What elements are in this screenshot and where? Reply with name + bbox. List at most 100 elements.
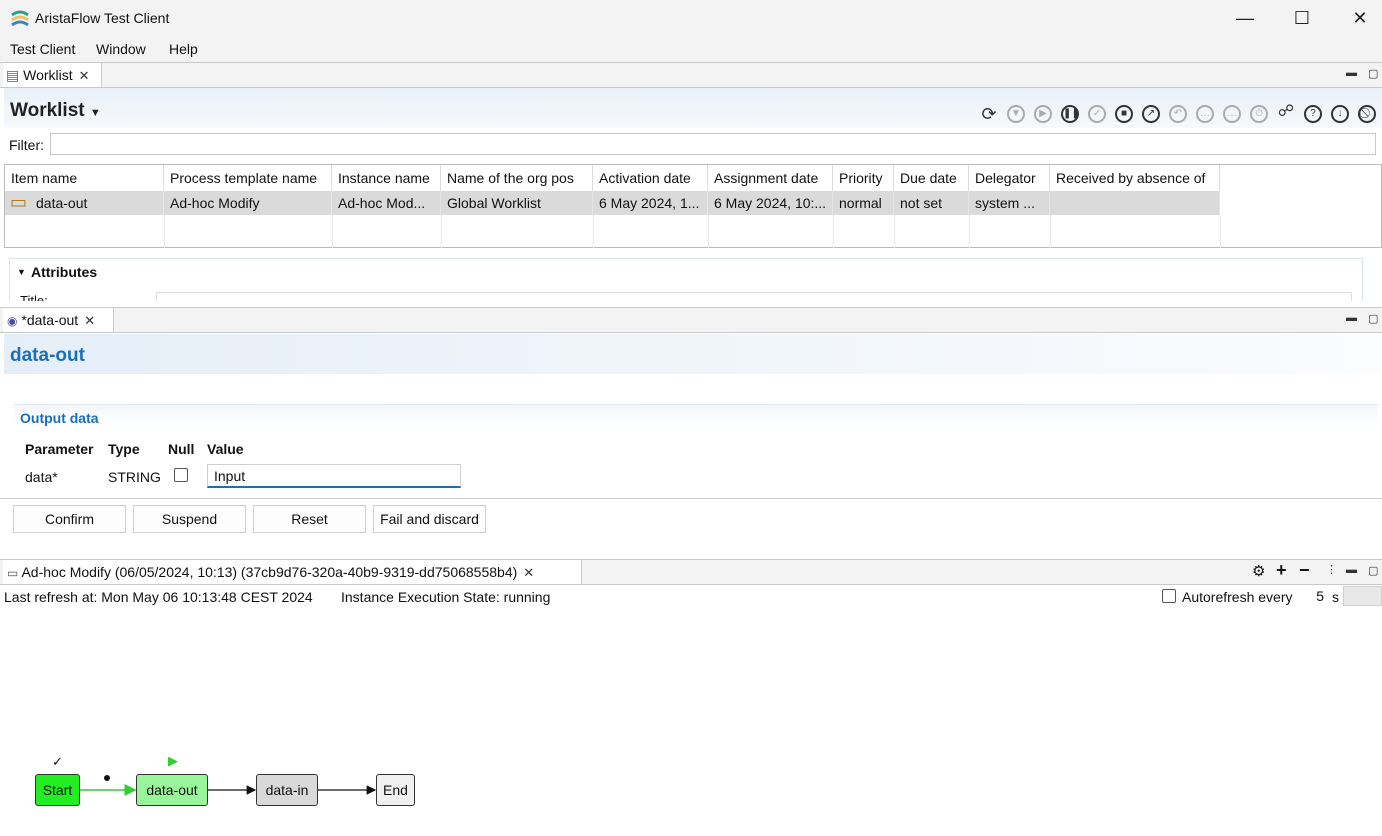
minimize-view-icon[interactable]: ▬: [1346, 564, 1357, 576]
column-header[interactable]: Process template name: [164, 165, 332, 191]
maximize-view-icon[interactable]: ▢: [1368, 312, 1378, 325]
menu-window[interactable]: Window: [96, 41, 146, 57]
node-start[interactable]: Start: [35, 774, 80, 806]
worklist-title[interactable]: Worklist ▼: [10, 100, 101, 122]
column-header[interactable]: Item name: [5, 165, 164, 191]
column-header[interactable]: Received by absence of: [1050, 165, 1220, 191]
cell-delegator: system ...: [969, 191, 1050, 215]
form-header: data-out: [4, 334, 1382, 374]
reset-button[interactable]: Reset: [253, 505, 366, 533]
attributes-section: ▼ Attributes Title:: [9, 258, 1363, 301]
filter-label: Filter:: [9, 137, 44, 153]
autorefresh-slider[interactable]: [1343, 586, 1382, 606]
null-checkbox[interactable]: [174, 468, 188, 482]
view-menu-icon[interactable]: ⋮: [1326, 563, 1337, 576]
maximize-view-icon[interactable]: ▢: [1368, 564, 1378, 577]
pause-icon[interactable]: ❚❚: [1061, 105, 1080, 123]
download-circle-icon[interactable]: ▼: [1007, 105, 1025, 123]
refresh-icon[interactable]: ⟳: [980, 105, 998, 123]
suspend-button[interactable]: Suspend: [133, 505, 246, 533]
form-tab-row: ◉ *data-out ✕ ▬ ▢: [0, 307, 1382, 333]
param-name: data*: [25, 469, 58, 485]
column-header[interactable]: Priority: [833, 165, 894, 191]
param-type: STRING: [108, 469, 161, 485]
divider: [1050, 215, 1051, 248]
cell-process-template: Ad-hoc Modify: [164, 191, 332, 215]
menu-test-client[interactable]: Test Client: [10, 41, 75, 57]
graph-tab-row: ▭ Ad-hoc Modify (06/05/2024, 10:13) (37c…: [0, 559, 1382, 585]
start-icon[interactable]: ▶: [1034, 105, 1052, 123]
node-data-in[interactable]: data-in: [256, 774, 318, 806]
title-field[interactable]: [156, 292, 1352, 301]
zoom-out-icon[interactable]: −: [1299, 560, 1310, 581]
maximize-view-icon[interactable]: ▢: [1368, 67, 1378, 80]
activity-icon: ◉: [7, 314, 18, 328]
column-header[interactable]: Assignment date: [708, 165, 833, 191]
close-icon[interactable]: ✕: [523, 565, 534, 580]
tab-instance-graph-label: Ad-hoc Modify (06/05/2024, 10:13) (37cb9…: [21, 564, 518, 580]
minimize-button[interactable]: —: [1216, 0, 1274, 36]
graph-icon[interactable]: ☍: [1277, 104, 1295, 123]
autorefresh-checkbox[interactable]: [1162, 589, 1176, 603]
forward-icon[interactable]: ↗: [1142, 105, 1160, 123]
autorefresh-seconds-input[interactable]: 5: [1306, 586, 1328, 606]
tab-data-out[interactable]: ◉ *data-out ✕: [3, 308, 114, 332]
column-header: Value: [207, 441, 244, 457]
node-data-out[interactable]: data-out: [136, 774, 208, 806]
worklist-tab-row: ▤ Worklist ✕ ▬ ▢: [0, 62, 1382, 88]
tab-instance-graph[interactable]: ▭ Ad-hoc Modify (06/05/2024, 10:13) (37c…: [3, 560, 582, 584]
cell-priority: normal: [833, 191, 894, 215]
collapse-icon[interactable]: ▼: [17, 267, 26, 277]
cell-org-pos: Global Worklist: [441, 191, 593, 215]
node-end[interactable]: End: [376, 774, 415, 806]
divider: [593, 215, 594, 248]
check-icon[interactable]: ✓: [1088, 105, 1106, 123]
worklist-icon: ▤: [6, 67, 20, 83]
timer-icon[interactable]: ⏱: [1250, 105, 1268, 123]
last-refresh-text: Last refresh at: Mon May 06 10:13:48 CES…: [4, 589, 313, 605]
settings-icon[interactable]: ⚙: [1252, 562, 1265, 580]
undo-icon[interactable]: ↶: [1169, 105, 1187, 123]
comment-icon[interactable]: …: [1196, 105, 1214, 123]
stop-icon[interactable]: ■: [1115, 105, 1133, 123]
column-header[interactable]: Name of the org pos: [441, 165, 593, 191]
fail-and-discard-button[interactable]: Fail and discard: [373, 505, 486, 533]
column-header[interactable]: Due date: [894, 165, 969, 191]
value-input[interactable]: Input: [207, 464, 461, 488]
autorefresh-label: Autorefresh every: [1182, 589, 1293, 605]
section-title: Output data: [20, 410, 99, 426]
app-logo-icon: [11, 10, 29, 27]
divider: [894, 215, 895, 248]
menu-help[interactable]: Help: [169, 41, 198, 57]
column-header[interactable]: Delegator: [969, 165, 1050, 191]
attributes-heading[interactable]: Attributes: [31, 264, 97, 280]
divider: [332, 215, 333, 248]
window-icon: ▭: [7, 566, 19, 580]
chevron-down-icon: ▼: [89, 107, 101, 119]
minimize-view-icon[interactable]: ▬: [1346, 67, 1357, 79]
close-icon[interactable]: ✕: [79, 68, 90, 83]
download-icon[interactable]: ↓: [1331, 105, 1349, 123]
table-row[interactable]: ▭ data-out Ad-hoc Modify Ad-hoc Mod... G…: [5, 191, 1220, 215]
column-header: Parameter: [25, 441, 94, 457]
zoom-in-icon[interactable]: +: [1276, 560, 1287, 581]
tab-worklist[interactable]: ▤ Worklist ✕: [3, 63, 102, 87]
divider: [969, 215, 970, 248]
cancel-icon[interactable]: ⃠: [1358, 105, 1376, 123]
cell-received-by-absence: [1050, 191, 1220, 215]
comments-icon[interactable]: …: [1223, 105, 1241, 123]
tab-worklist-label: Worklist: [23, 67, 73, 83]
form-title: data-out: [10, 345, 85, 366]
minimize-view-icon[interactable]: ▬: [1346, 312, 1357, 324]
column-header[interactable]: Instance name: [332, 165, 441, 191]
close-button[interactable]: ✕: [1331, 0, 1382, 36]
help-icon[interactable]: ?: [1304, 105, 1322, 123]
filter-input[interactable]: [50, 133, 1376, 155]
confirm-button[interactable]: Confirm: [13, 505, 126, 533]
maximize-button[interactable]: ☐: [1273, 0, 1331, 36]
cell-activation-date: 6 May 2024, 1...: [593, 191, 708, 215]
column-header[interactable]: Activation date: [593, 165, 708, 191]
worklist-table: Item name Process template name Instance…: [4, 164, 1382, 248]
divider: [833, 215, 834, 248]
close-icon[interactable]: ✕: [84, 313, 95, 328]
